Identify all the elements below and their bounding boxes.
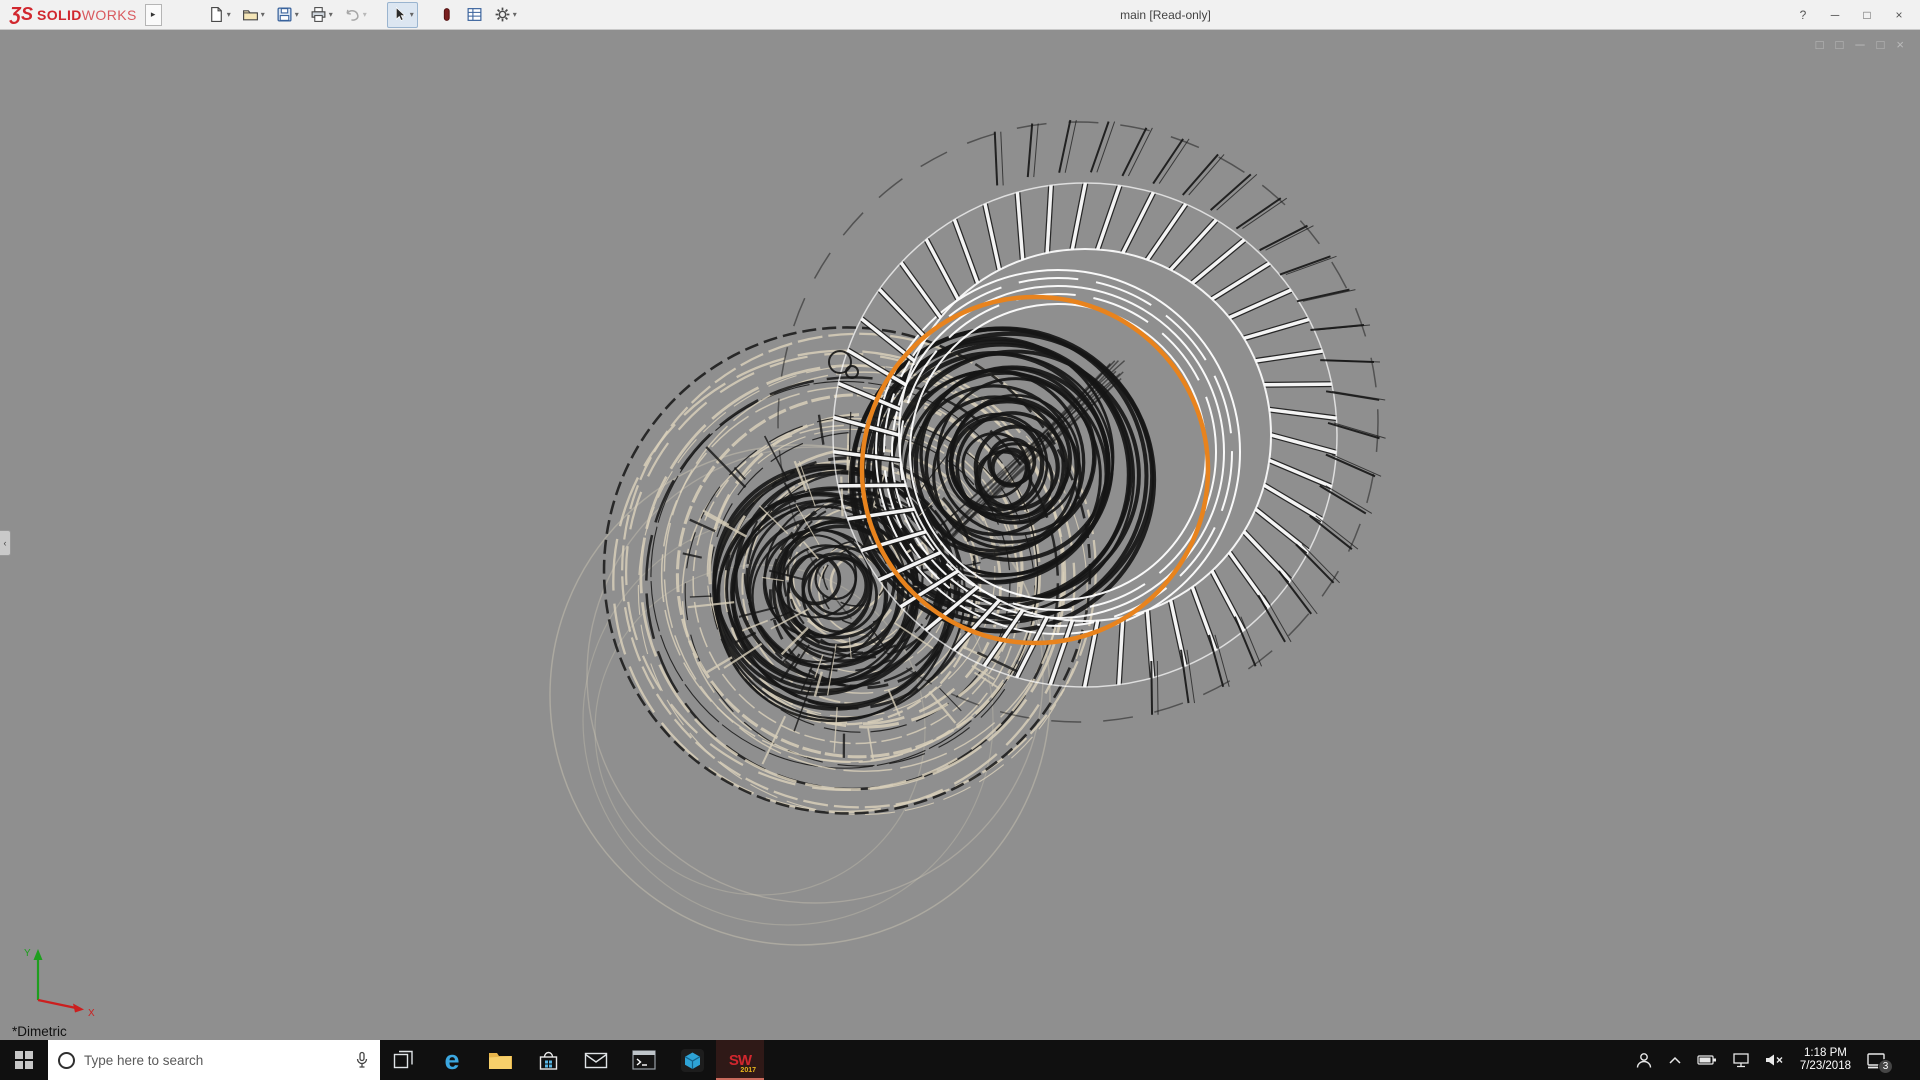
select-tool-caret[interactable]: ▾ [410, 10, 414, 19]
people-button[interactable] [1635, 1052, 1653, 1069]
toolbar-expand-button[interactable]: ▸ [144, 3, 162, 26]
tray-overflow-button[interactable] [1668, 1055, 1682, 1065]
people-icon [1636, 1052, 1652, 1068]
open-caret[interactable]: ▾ [261, 10, 265, 19]
notification-badge: 3 [1878, 1058, 1893, 1074]
display-states-button[interactable] [434, 2, 459, 28]
clock-date: 7/23/2018 [1799, 1060, 1851, 1072]
window-title: main [Read-only] [1120, 7, 1211, 22]
speaker-muted-icon [1765, 1054, 1783, 1066]
solidworks-2017-button[interactable]: SW 2017 [716, 1040, 764, 1080]
doc-pane-icon[interactable]: □ [1816, 38, 1824, 51]
start-button[interactable] [0, 1040, 48, 1080]
titlebar: ƷS SOLID WORKS ▸ ▾ ▾ ▾ ▾ ▾ ▾ ▾ main [Rea… [0, 0, 1920, 30]
action-center-button[interactable]: 3 [1866, 1052, 1893, 1074]
engine-model-scene[interactable] [0, 30, 1920, 1040]
gear-icon [495, 7, 510, 22]
clock-time: 1:18 PM [1804, 1047, 1847, 1059]
microphone-icon[interactable] [354, 1051, 370, 1069]
save-caret[interactable]: ▾ [295, 10, 299, 19]
minimize-button[interactable]: ─ [1820, 3, 1850, 27]
command-prompt-icon [632, 1050, 656, 1070]
edge-icon: e [444, 1044, 460, 1075]
y-axis-label: Y [24, 948, 31, 959]
document-window-controls: □ □ ─ □ × [1816, 38, 1904, 51]
task-view-button[interactable] [380, 1040, 428, 1080]
toolbar-file-group: ▾ ▾ ▾ ▾ ▾ [204, 2, 371, 28]
system-tray: 1:18 PM 7/23/2018 3 [1625, 1040, 1920, 1080]
doc-pane2-icon[interactable]: □ [1835, 38, 1843, 51]
new-document-button[interactable]: ▾ [204, 2, 235, 28]
toolbar-select-group: ▾ [386, 1, 418, 28]
toolbar-options-group: ▾ [434, 2, 521, 28]
undo-icon [346, 9, 359, 21]
x-axis-arrow [73, 1003, 84, 1013]
solidworks-icon-year: 2017 [740, 1067, 756, 1074]
solidworks-logo-bold: SOLID [37, 7, 82, 23]
taskbar-clock[interactable]: 1:18 PM 7/23/2018 [1800, 1047, 1851, 1073]
cortana-icon [58, 1051, 75, 1069]
solidworks-icon-letters: SW [728, 1051, 752, 1069]
file-explorer-icon [488, 1052, 512, 1069]
file-explorer-button[interactable] [476, 1040, 524, 1080]
open-folder-icon [242, 10, 258, 21]
chevron-up-icon [1669, 1056, 1681, 1064]
y-axis-arrow [33, 949, 43, 960]
options-button[interactable]: ▾ [490, 2, 521, 28]
battery-icon [1697, 1055, 1716, 1065]
windows-taskbar: e SW 2017 [0, 1040, 1920, 1080]
windows-logo-icon [15, 1051, 33, 1069]
doc-close-icon[interactable]: × [1896, 38, 1904, 51]
select-cursor-icon [395, 6, 406, 21]
doc-restore-icon[interactable]: □ [1877, 38, 1885, 51]
panel-flyout-tab[interactable]: ‹ [0, 530, 11, 556]
composer-button[interactable] [668, 1040, 716, 1080]
search-input[interactable] [84, 1052, 345, 1068]
store-button[interactable] [524, 1040, 572, 1080]
new-document-caret[interactable]: ▾ [227, 10, 231, 19]
network-icon [1733, 1053, 1749, 1068]
maximize-button[interactable]: □ [1852, 3, 1882, 27]
mail-icon [584, 1052, 608, 1068]
solidworks-logo-mark: ƷS [10, 4, 34, 24]
close-button[interactable]: × [1884, 3, 1914, 27]
save-button[interactable]: ▾ [272, 2, 303, 28]
view-orientation-label: *Dimetric [12, 1024, 67, 1039]
composer-cube-icon [680, 1048, 704, 1072]
undo-button[interactable]: ▾ [340, 2, 371, 28]
select-tool-button[interactable]: ▾ [386, 1, 418, 28]
orientation-triad: Y X [24, 948, 95, 1018]
undo-caret[interactable]: ▾ [363, 10, 367, 19]
taskbar-search[interactable] [48, 1040, 380, 1080]
open-button[interactable]: ▾ [238, 2, 269, 28]
solidworks-2017-icon: SW 2017 [725, 1045, 756, 1075]
x-axis-label: X [88, 1008, 95, 1018]
volume-button[interactable] [1765, 1053, 1785, 1067]
network-button[interactable] [1732, 1052, 1750, 1068]
command-prompt-button[interactable] [620, 1040, 668, 1080]
solidworks-logo: ƷS SOLID WORKS [0, 4, 145, 25]
file-properties-button[interactable] [462, 2, 487, 28]
solidworks-logo-light: WORKS [81, 7, 137, 23]
display-states-icon [443, 8, 450, 21]
window-controls: ? ─ □ × [1788, 0, 1914, 30]
print-button[interactable]: ▾ [306, 2, 337, 28]
print-icon [311, 7, 326, 22]
file-properties-icon [467, 8, 482, 21]
engine-wireframe [549, 119, 1386, 946]
help-button[interactable]: ? [1788, 3, 1818, 27]
task-view-icon [393, 1050, 413, 1069]
doc-minimize-icon[interactable]: ─ [1855, 38, 1864, 51]
edge-button[interactable]: e [428, 1040, 476, 1080]
store-icon [539, 1051, 557, 1070]
options-caret[interactable]: ▾ [513, 10, 517, 19]
print-caret[interactable]: ▾ [329, 10, 333, 19]
mail-button[interactable] [572, 1040, 620, 1080]
save-icon [277, 7, 292, 22]
graphics-viewport[interactable]: □ □ ─ □ × ‹ Y X *Dimetric [0, 30, 1920, 1040]
battery-button[interactable] [1697, 1054, 1717, 1066]
new-document-icon [210, 7, 222, 22]
